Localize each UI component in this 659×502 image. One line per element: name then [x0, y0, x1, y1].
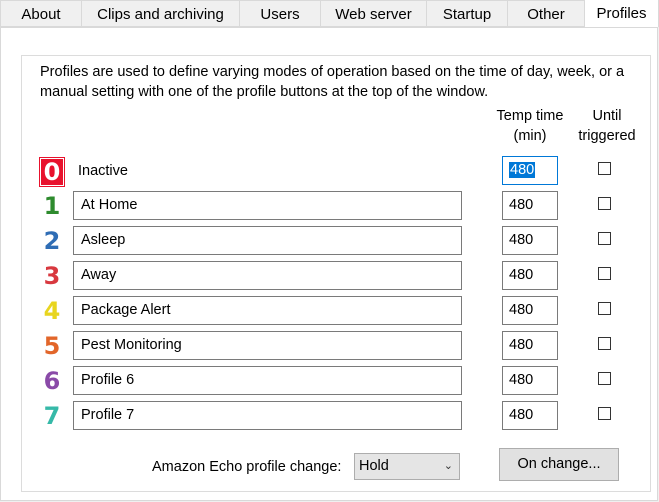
temp-time-header: Temp time (min) [490, 106, 570, 146]
profile-6-name-input[interactable]: Profile 6 [73, 366, 462, 395]
profile-1-name-input[interactable]: At Home [73, 191, 462, 220]
profile-7-name-input[interactable]: Profile 7 [73, 401, 462, 430]
profile-3-temp-input[interactable]: 480 [502, 261, 558, 290]
tab-clips-and-archiving[interactable]: Clips and archiving [81, 0, 240, 27]
profile-6-icon: 6 [43, 367, 61, 395]
profile-2-icon: 2 [43, 227, 61, 255]
profile-7-temp-input[interactable]: 480 [502, 401, 558, 430]
tab-about[interactable]: About [0, 0, 82, 27]
profile-3-icon: 3 [43, 262, 61, 290]
until-triggered-header-text: Until triggered [578, 108, 636, 144]
profile-4-temp-input[interactable]: 480 [502, 296, 558, 325]
profile-2-temp-input[interactable]: 480 [502, 226, 558, 255]
profile-4-name-input[interactable]: Package Alert [73, 296, 462, 325]
profile-3-name-input[interactable]: Away [73, 261, 462, 290]
profile-5-temp-input[interactable]: 480 [502, 331, 558, 360]
profile-6-temp-input[interactable]: 480 [502, 366, 558, 395]
echo-profile-label: Amazon Echo profile change: [152, 459, 342, 475]
profile-0-icon: 0 [39, 157, 65, 187]
profile-5-name-input[interactable]: Pest Monitoring [73, 331, 462, 360]
profile-7-until-triggered-checkbox[interactable] [598, 407, 611, 420]
tab-startup[interactable]: Startup [426, 0, 508, 27]
tab-other[interactable]: Other [507, 0, 585, 27]
profile-0-name: Inactive [78, 163, 128, 179]
profile-0-temp-value: 480 [509, 162, 536, 178]
echo-profile-select[interactable]: Hold ⌄ [354, 453, 460, 480]
profile-7-icon: 7 [43, 402, 61, 430]
profile-3-until-triggered-checkbox[interactable] [598, 267, 611, 280]
profile-0-until-triggered-checkbox[interactable] [598, 162, 611, 175]
chevron-down-icon: ⌄ [443, 460, 453, 472]
profile-2-until-triggered-checkbox[interactable] [598, 232, 611, 245]
tab-profiles[interactable]: Profiles [584, 0, 659, 28]
tab-users[interactable]: Users [239, 0, 321, 27]
profile-4-until-triggered-checkbox[interactable] [598, 302, 611, 315]
profile-1-temp-input[interactable]: 480 [502, 191, 558, 220]
until-triggered-header: Until triggered [573, 106, 641, 146]
echo-profile-value: Hold [359, 458, 389, 474]
temp-time-header-text: Temp time (min) [496, 108, 564, 144]
profile-5-until-triggered-checkbox[interactable] [598, 337, 611, 350]
profile-4-icon: 4 [43, 297, 61, 325]
profiles-description: Profiles are used to define varying mode… [40, 64, 625, 100]
profile-6-until-triggered-checkbox[interactable] [598, 372, 611, 385]
on-change-button[interactable]: On change... [499, 448, 619, 481]
profile-0-temp-input[interactable]: 480 [502, 156, 558, 185]
profile-1-until-triggered-checkbox[interactable] [598, 197, 611, 210]
tab-bar: About Clips and archiving Users Web serv… [0, 0, 659, 28]
profile-5-icon: 5 [43, 332, 61, 360]
profile-2-name-input[interactable]: Asleep [73, 226, 462, 255]
profile-1-icon: 1 [43, 192, 61, 220]
tab-web-server[interactable]: Web server [320, 0, 427, 27]
